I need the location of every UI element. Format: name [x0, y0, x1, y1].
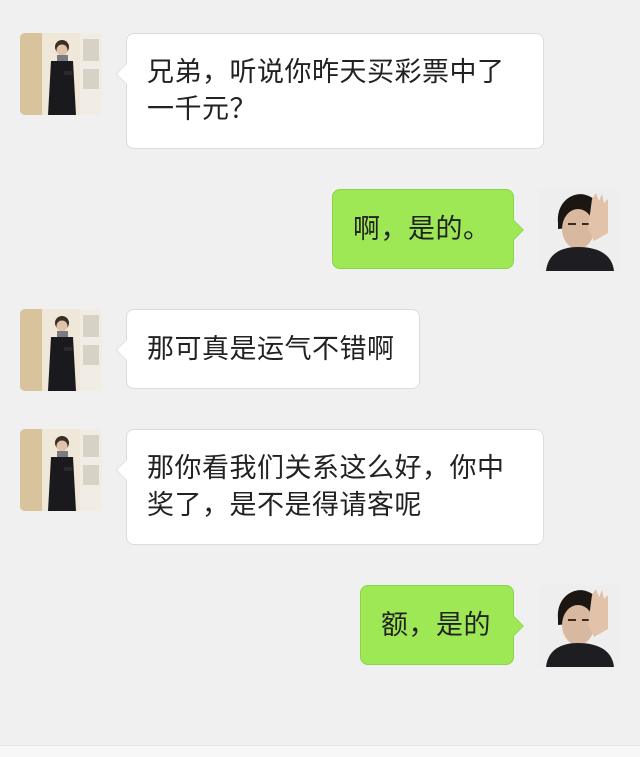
message-bubble-incoming[interactable]: 兄弟，听说你昨天买彩票中了一千元？ [116, 33, 544, 149]
message-text: 兄弟，听说你昨天买彩票中了一千元？ [147, 57, 505, 125]
my-avatar-image [538, 585, 620, 667]
bottom-bar [0, 745, 640, 757]
message-text: 额，是的 [381, 609, 491, 641]
friend-avatar-image [20, 33, 102, 115]
friend-avatar-image [20, 309, 102, 391]
friend-avatar[interactable] [20, 429, 102, 511]
friend-avatar[interactable] [20, 309, 102, 391]
message-text: 那你看我们关系这么好，你中奖了，是不是得请客呢 [147, 453, 505, 521]
friend-avatar-image [20, 429, 102, 511]
message-bubble-outgoing[interactable]: 额，是的 [360, 585, 524, 665]
friend-avatar[interactable] [20, 33, 102, 115]
message-text: 啊，是的。 [353, 213, 491, 245]
message-bubble-incoming[interactable]: 那你看我们关系这么好，你中奖了，是不是得请客呢 [116, 429, 544, 545]
my-avatar[interactable] [538, 585, 620, 667]
my-avatar[interactable] [538, 189, 620, 271]
message-bubble-incoming[interactable]: 那可真是运气不错啊 [116, 309, 420, 389]
message-text: 那可真是运气不错啊 [147, 333, 395, 365]
my-avatar-image [538, 189, 620, 271]
message-bubble-outgoing[interactable]: 啊，是的。 [332, 189, 524, 269]
